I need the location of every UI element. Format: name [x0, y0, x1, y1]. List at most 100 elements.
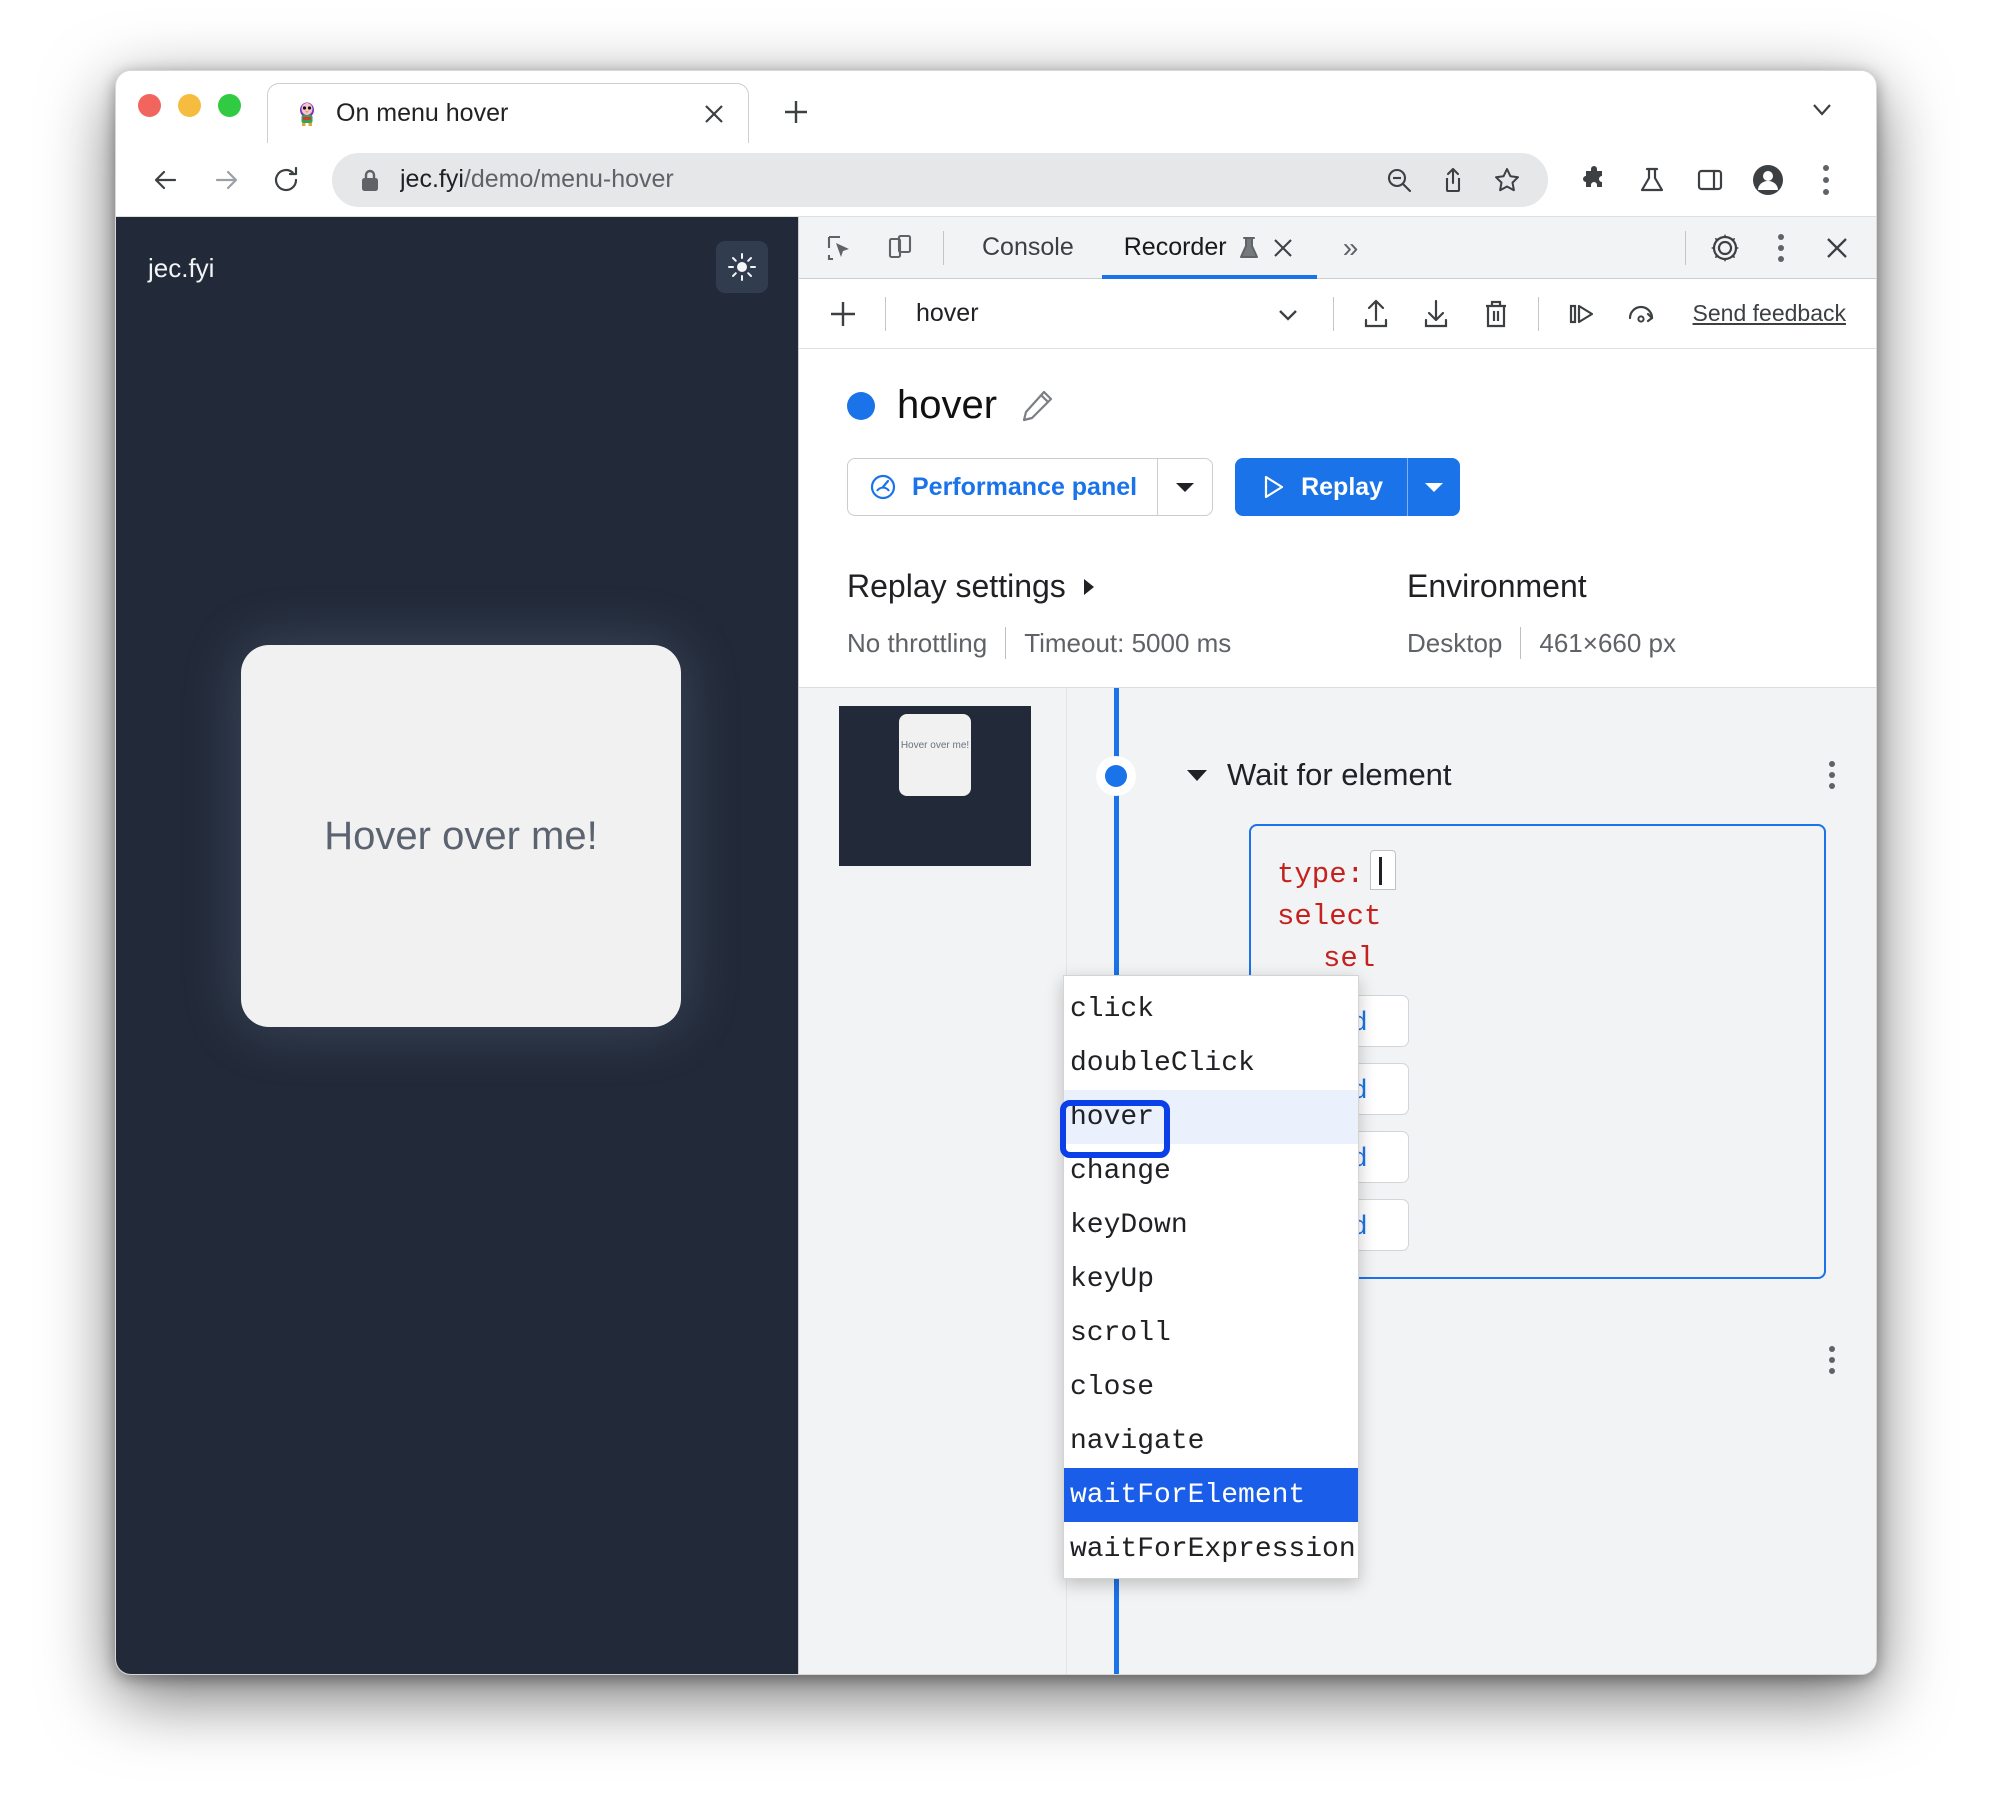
divider — [1685, 230, 1686, 265]
type-autocomplete-dropdown[interactable]: click doubleClick hover change keyDown k… — [1063, 975, 1359, 1579]
performance-panel-label: Performance panel — [912, 472, 1138, 501]
three-dot-menu-icon[interactable] — [1804, 1346, 1860, 1375]
puffin-avatar-icon — [294, 101, 320, 127]
browser-toolbar: jec.fyi/demo/menu-hover — [116, 143, 1876, 217]
gear-icon[interactable] — [1698, 222, 1752, 274]
three-dot-menu-icon[interactable] — [1798, 152, 1854, 208]
recording-title-row: hover — [847, 383, 1876, 428]
three-dot-menu-icon[interactable] — [1804, 761, 1860, 789]
tab-recorder-label: Recorder — [1123, 233, 1227, 261]
divider — [943, 230, 944, 265]
plus-icon[interactable] — [815, 287, 871, 341]
triangle-down-icon[interactable] — [1408, 458, 1460, 516]
side-panel-icon[interactable] — [1682, 152, 1738, 208]
puzzle-piece-icon[interactable] — [1566, 152, 1622, 208]
minimize-window-button[interactable] — [178, 93, 201, 117]
autocomplete-option-click[interactable]: click — [1064, 982, 1358, 1036]
chevron-down-icon — [1273, 299, 1303, 329]
inspect-element-icon[interactable] — [813, 222, 867, 274]
reload-icon[interactable] — [258, 152, 314, 208]
divider — [885, 296, 886, 331]
performance-panel-main[interactable]: Performance panel — [848, 459, 1157, 515]
download-icon[interactable] — [1408, 287, 1464, 341]
star-icon[interactable] — [1484, 157, 1530, 203]
tab-console-label: Console — [982, 233, 1074, 261]
replay-button[interactable]: Replay — [1235, 458, 1461, 516]
code-line-selector: select — [1277, 896, 1798, 938]
zoom-out-icon[interactable] — [1376, 157, 1422, 203]
recording-select[interactable]: hover — [900, 287, 1319, 341]
browser-tab[interactable]: On menu hover — [267, 83, 749, 143]
devtools-tabbar: Console Recorder » — [799, 217, 1876, 279]
web-page: jec.fyi Hover over me! — [116, 217, 798, 1674]
autocomplete-option-close[interactable]: close — [1064, 1360, 1358, 1414]
environment-viewport: 461×660 px — [1539, 627, 1677, 658]
code-token-sel: sel — [1323, 941, 1376, 975]
replay-speed-icon[interactable] — [1613, 287, 1669, 341]
timeout-value: Timeout: 5000 ms — [1024, 627, 1232, 658]
autocomplete-option-change[interactable]: change — [1064, 1144, 1358, 1198]
step-over-icon[interactable] — [1553, 287, 1609, 341]
performance-panel-button[interactable]: Performance panel — [847, 458, 1214, 516]
replay-settings-col: Replay settings No throttling Timeout: 5… — [847, 568, 1407, 659]
close-icon[interactable] — [1810, 222, 1864, 274]
recording-actions: Performance panel Replay — [847, 458, 1876, 516]
back-arrow-icon[interactable] — [138, 152, 194, 208]
tab-recorder[interactable]: Recorder — [1101, 217, 1317, 279]
autocomplete-option-keydown[interactable]: keyDown — [1064, 1198, 1358, 1252]
avatar-icon[interactable] — [1740, 152, 1796, 208]
new-tab-button[interactable] — [767, 83, 825, 141]
hover-card-label: Hover over me! — [324, 813, 598, 858]
trash-icon[interactable] — [1468, 287, 1524, 341]
recording-select-value: hover — [916, 299, 979, 327]
autocomplete-option-waitforelement[interactable]: waitForElement — [1064, 1468, 1358, 1522]
pencil-icon[interactable] — [1019, 388, 1055, 424]
replay-main[interactable]: Replay — [1235, 458, 1407, 516]
lock-icon — [358, 167, 382, 193]
close-icon[interactable] — [698, 98, 730, 130]
autocomplete-option-hover[interactable]: hover — [1064, 1090, 1358, 1144]
autocomplete-option-keyup[interactable]: keyUp — [1064, 1252, 1358, 1306]
divider — [1520, 627, 1522, 659]
autocomplete-option-doubleclick[interactable]: doubleClick — [1064, 1036, 1358, 1090]
forward-arrow-icon[interactable] — [198, 152, 254, 208]
send-feedback-link[interactable]: Send feedback — [1673, 300, 1860, 327]
close-window-button[interactable] — [138, 93, 161, 117]
step-screenshot-thumbnail[interactable]: Hover over me! — [839, 706, 1031, 866]
step-wait-for-element[interactable]: Wait for element — [1163, 736, 1860, 814]
recording-header: hover Performance panel Replay — [799, 349, 1876, 516]
devtools-tabbar-actions — [1675, 222, 1876, 274]
triangle-down-icon[interactable] — [1185, 766, 1219, 784]
three-dot-menu-icon[interactable] — [1754, 222, 1808, 274]
upload-icon[interactable] — [1348, 287, 1404, 341]
tab-console[interactable]: Console — [960, 217, 1096, 279]
autocomplete-option-waitforexpression[interactable]: waitForExpression — [1064, 1522, 1358, 1576]
tab-title: On menu hover — [336, 99, 509, 127]
thumbnail-hover-card: Hover over me! — [899, 714, 971, 796]
chevron-down-icon[interactable] — [1798, 85, 1846, 133]
replay-settings-section: Replay settings No throttling Timeout: 5… — [799, 516, 1876, 688]
address-bar[interactable]: jec.fyi/demo/menu-hover — [332, 152, 1548, 207]
flask-icon — [1237, 235, 1261, 261]
hover-target-card[interactable]: Hover over me! — [241, 645, 681, 1027]
replay-settings-header[interactable]: Replay settings — [847, 568, 1407, 605]
code-line-type: type: — [1277, 850, 1798, 896]
type-value-input[interactable] — [1370, 850, 1397, 890]
theme-toggle-button[interactable] — [716, 241, 768, 293]
window-controls — [138, 71, 241, 143]
share-icon[interactable] — [1430, 157, 1476, 203]
close-icon[interactable] — [1271, 236, 1295, 260]
timeline-node-wait-for-element[interactable] — [1096, 756, 1136, 796]
page-title: hover — [897, 383, 998, 427]
tab-strip: On menu hover — [116, 71, 1876, 143]
triangle-down-icon[interactable] — [1158, 459, 1212, 515]
autocomplete-option-navigate[interactable]: navigate — [1064, 1414, 1358, 1468]
code-line-selector-nested: sel — [1277, 938, 1798, 980]
url-text: jec.fyi/demo/menu-hover — [400, 165, 674, 193]
maximize-window-button[interactable] — [218, 93, 241, 117]
flask-icon[interactable] — [1624, 152, 1680, 208]
autocomplete-option-scroll[interactable]: scroll — [1064, 1306, 1358, 1360]
device-toolbar-icon[interactable] — [873, 222, 927, 274]
replay-settings-values: No throttling Timeout: 5000 ms — [847, 627, 1407, 659]
more-tabs-button[interactable]: » — [1323, 222, 1379, 274]
